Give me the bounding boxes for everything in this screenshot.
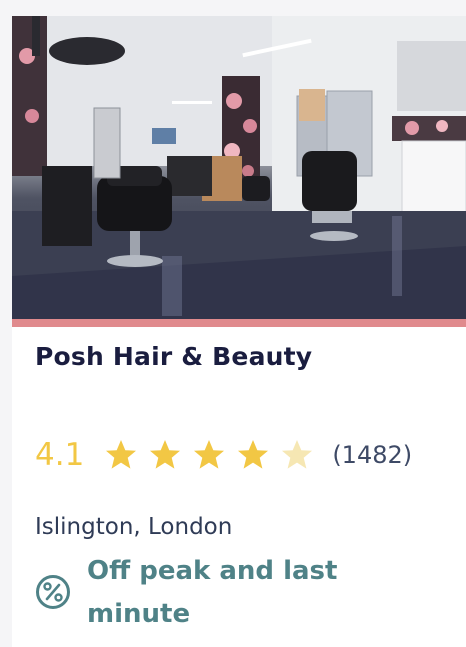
star-filled-icon <box>238 440 269 469</box>
star-filled-icon <box>106 440 137 469</box>
salon-name[interactable]: Posh Hair & Beauty <box>35 342 312 371</box>
percent-badge-icon <box>36 575 70 609</box>
star-empty-icon <box>282 440 313 469</box>
star-filled-icon <box>150 440 181 469</box>
star-rating <box>104 438 324 472</box>
salon-location: Islington, London <box>35 514 233 540</box>
star-filled-icon <box>194 440 225 469</box>
rating-row: 4.1 (1482) <box>35 437 412 473</box>
rating-value: 4.1 <box>35 437 85 473</box>
salon-interior-image <box>12 16 466 319</box>
offer-badge: Off peak and last minute <box>35 550 435 636</box>
accent-bar <box>12 319 466 327</box>
review-count: (1482) <box>332 441 413 469</box>
salon-photo[interactable] <box>12 16 466 319</box>
offer-text: Off peak and last minute <box>87 556 338 629</box>
